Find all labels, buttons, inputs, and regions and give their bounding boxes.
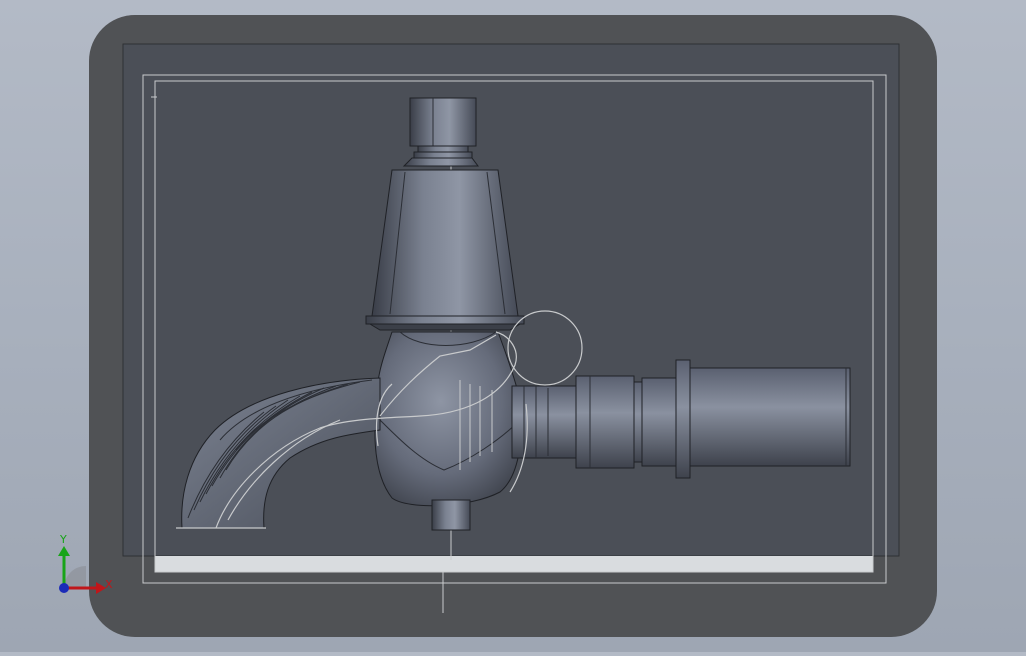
y-axis-arrowhead-icon [58, 546, 70, 556]
y-axis-label: Y [59, 533, 67, 546]
x-axis-label: X [105, 578, 113, 591]
handle-cap[interactable] [402, 97, 479, 167]
cad-viewport[interactable]: Y X [0, 0, 1026, 652]
z-axis-dot-icon [59, 583, 69, 593]
sheet-bottom-band [155, 556, 873, 572]
coordinate-triad: Y X [48, 528, 118, 598]
model-canvas[interactable] [0, 0, 1026, 652]
bonnet[interactable] [365, 169, 525, 331]
